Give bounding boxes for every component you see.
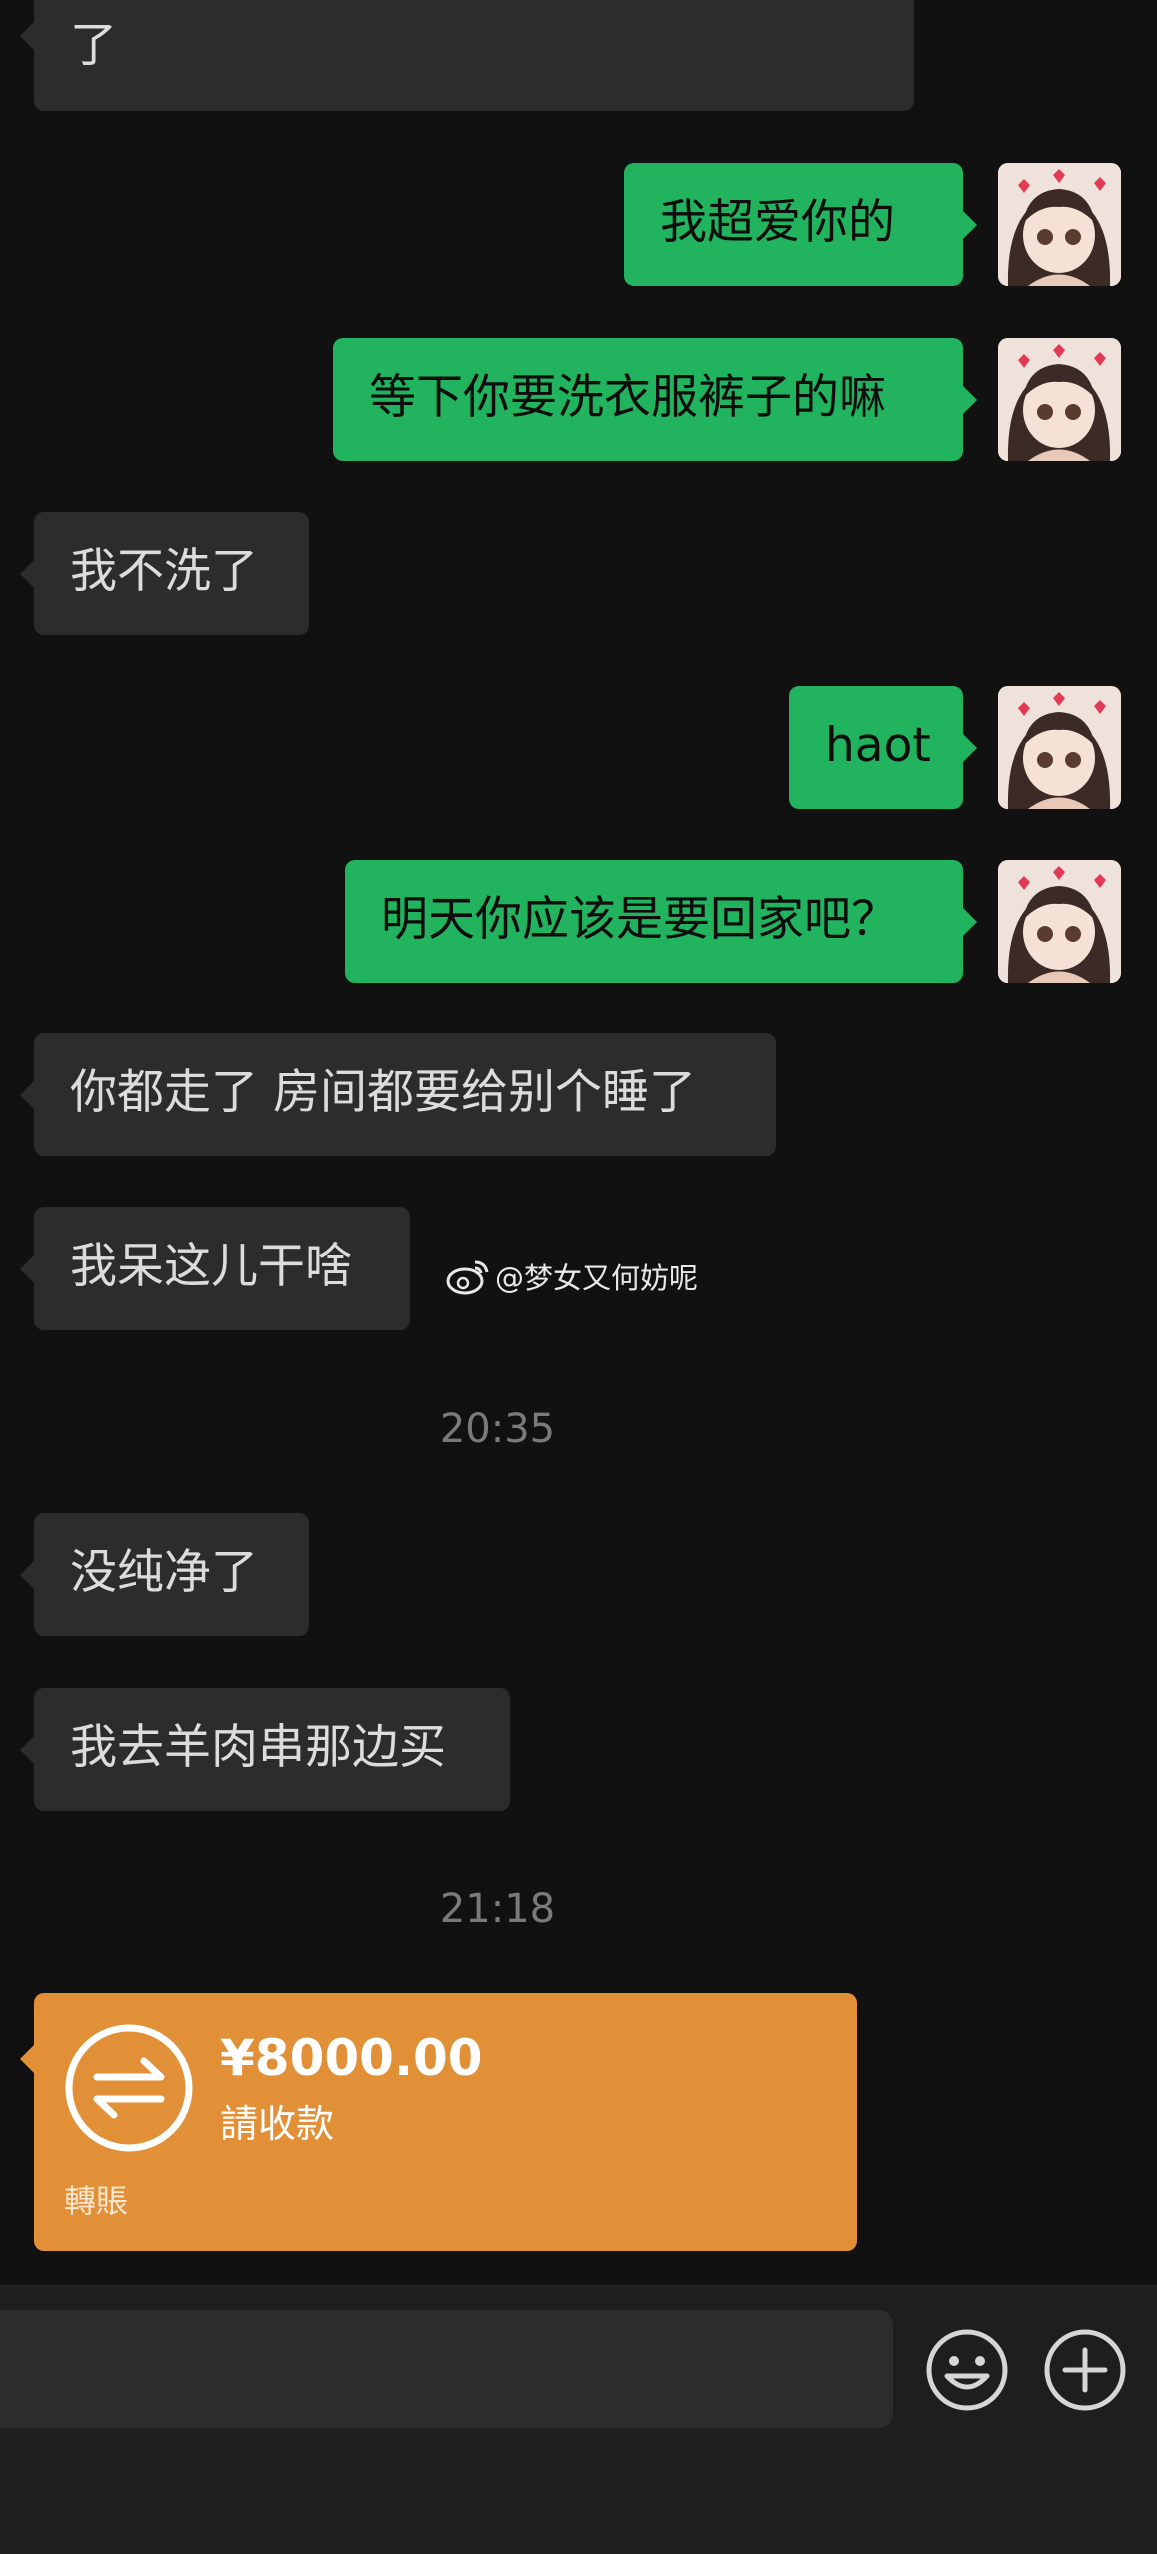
avatar-image (998, 338, 1121, 461)
transfer-amount: ¥8000.00 (220, 2029, 483, 2087)
message-text: 我呆这儿干啥 (70, 1239, 352, 1294)
message-text: 我超爱你的 (660, 195, 895, 250)
transfer-card[interactable]: ¥8000.00 請收款 轉賬 (20, 1993, 857, 2251)
message-text: 你都走了 房间都要给别个睡了 (70, 1065, 696, 1120)
message-bubble-incoming[interactable]: 我去羊肉串那边买 (20, 1688, 510, 1811)
message-text: 了 (70, 18, 117, 73)
message-bubble-outgoing[interactable]: 我超爱你的 (624, 163, 977, 286)
message-text: 没纯净了 (70, 1545, 258, 1600)
watermark-handle: @梦女又何妨呢 (495, 1261, 699, 1295)
weibo-watermark: @梦女又何妨呢 (445, 1255, 698, 1297)
message-input[interactable] (0, 2310, 893, 2428)
message-bubble-incoming[interactable]: 我呆这儿干啥 (20, 1207, 410, 1330)
input-bar (0, 2285, 1157, 2554)
emoji-icon (926, 2329, 1008, 2411)
message-bubble-outgoing[interactable]: 明天你应该是要回家吧？ (345, 860, 977, 983)
avatar-image (998, 163, 1121, 286)
user-avatar[interactable] (998, 860, 1121, 983)
plus-circle-icon (1044, 2329, 1126, 2411)
transfer-status: 請收款 (220, 2102, 335, 2146)
message-bubble-incoming[interactable]: 你都走了 房间都要给别个睡了 (20, 1033, 776, 1156)
weibo-icon (446, 1260, 489, 1295)
message-bubble-outgoing[interactable]: 等下你要洗衣服裤子的嘛 (333, 338, 977, 461)
message-bubble-outgoing[interactable]: haot (789, 686, 977, 809)
user-avatar[interactable] (998, 163, 1121, 286)
message-text: 明天你应该是要回家吧？ (381, 892, 898, 947)
message-bubble-incoming[interactable]: 了 (20, 0, 914, 111)
user-avatar[interactable] (998, 686, 1121, 809)
transfer-arrows-icon (65, 2024, 193, 2152)
avatar-image (998, 686, 1121, 809)
message-bubble-incoming[interactable]: 我不洗了 (20, 512, 309, 635)
emoji-button[interactable] (925, 2328, 1009, 2412)
message-bubble-incoming[interactable]: 没纯净了 (20, 1513, 309, 1636)
plus-button[interactable] (1043, 2328, 1127, 2412)
timestamp: 21:18 (439, 1886, 556, 1932)
user-avatar[interactable] (998, 338, 1121, 461)
chat-screen: 了 我超爱你的 等下你要洗衣服裤子的嘛 我不洗了 haot 明天你应该是要回家吧… (0, 0, 1157, 2554)
message-text: 等下你要洗衣服裤子的嘛 (369, 370, 886, 425)
message-text: 我不洗了 (70, 544, 258, 599)
avatar-image (998, 860, 1121, 983)
message-text: 我去羊肉串那边买 (70, 1720, 446, 1775)
timestamp: 20:35 (439, 1406, 556, 1452)
transfer-divider (34, 2179, 857, 2180)
message-text: haot (825, 718, 931, 773)
transfer-label: 轉賬 (64, 2182, 129, 2220)
